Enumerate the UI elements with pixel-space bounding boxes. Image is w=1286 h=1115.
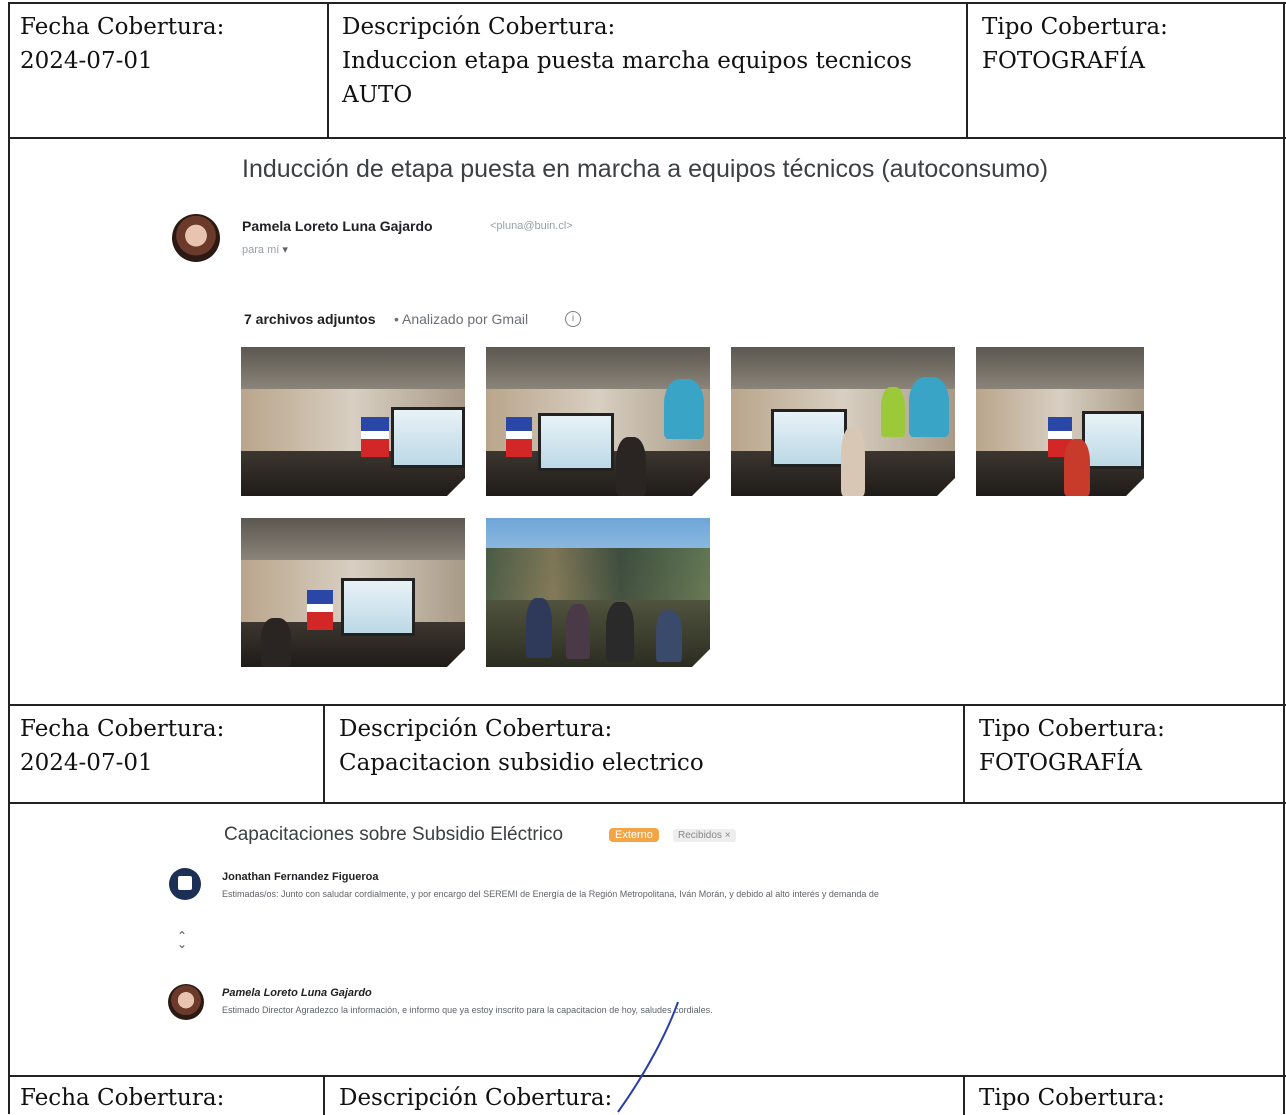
pen-stroke-mark bbox=[617, 1001, 679, 1113]
pen-stroke-line bbox=[617, 1001, 679, 1113]
